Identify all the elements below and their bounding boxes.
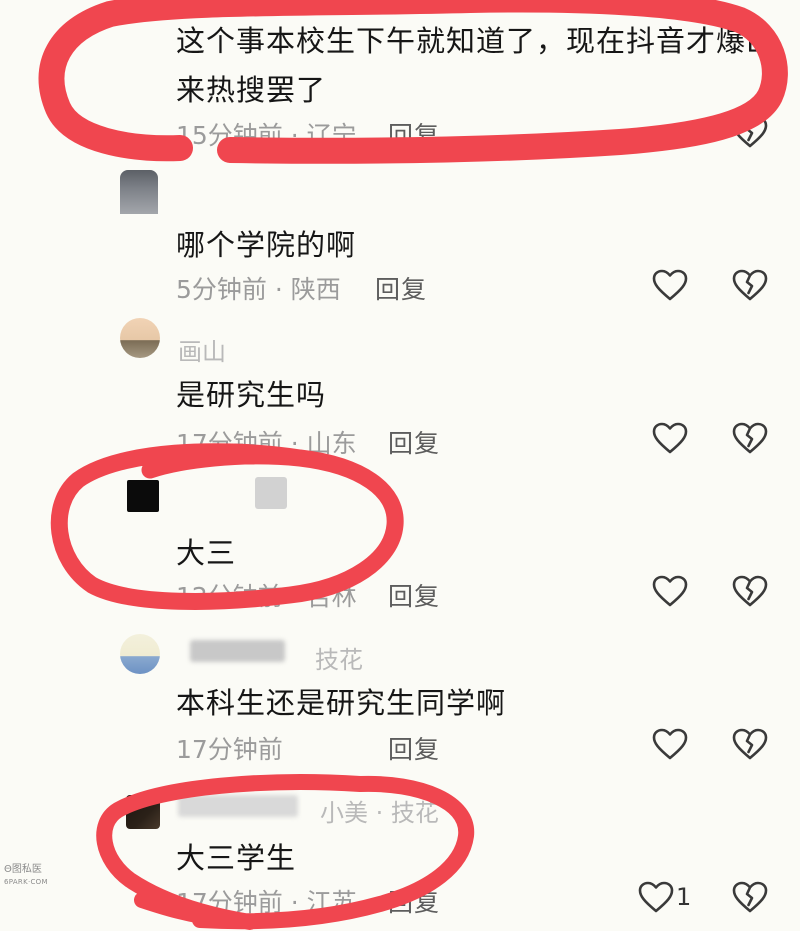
username-redacted (190, 640, 285, 662)
comment-text: 大三 (176, 536, 237, 570)
like-count: 1 (676, 883, 692, 911)
avatar[interactable] (120, 170, 158, 214)
reply-button[interactable]: 回复 (375, 270, 427, 306)
comment-item: 画山 是研究生吗 17分钟前 · 山东 回复 (0, 310, 800, 465)
heart-outline-icon[interactable] (652, 575, 688, 607)
comment-username[interactable]: 画山 (178, 332, 226, 367)
avatar[interactable] (126, 795, 160, 829)
comment-text: 是研究生吗 (176, 378, 327, 412)
broken-heart-icon[interactable] (732, 881, 768, 913)
broken-heart-icon[interactable] (732, 575, 768, 607)
comment-meta: 17分钟前 (176, 735, 283, 764)
broken-heart-icon[interactable] (732, 728, 768, 760)
comment-list: 这个事本校生下午就知道了，现在抖音才爆出 来热搜罢了 15分钟前 · 辽宁 回复… (0, 0, 800, 931)
comment-item: 这个事本校生下午就知道了，现在抖音才爆出 来热搜罢了 15分钟前 · 辽宁 回复 (0, 0, 800, 160)
reply-button[interactable]: 回复 (388, 424, 440, 460)
reply-button[interactable]: 回复 (388, 116, 440, 152)
heart-outline-icon[interactable] (652, 728, 688, 760)
comment-meta: 5分钟前 · 陕西 (176, 275, 341, 304)
comment-text: 本科生还是研究生同学啊 (176, 686, 507, 720)
comment-meta: 15分钟前 · 辽宁 (176, 121, 357, 150)
comment-item: 技花 本科生还是研究生同学啊 17分钟前 回复 (0, 620, 800, 775)
watermark-url: 6PARK·COM (4, 878, 48, 886)
comment-item: 哪个学院的啊 5分钟前 · 陕西 回复 (0, 160, 800, 310)
username-redacted (255, 477, 287, 509)
reply-button[interactable]: 回复 (388, 883, 440, 919)
comment-item: 大三 12分钟前 · 吉林 回复 (0, 465, 800, 620)
avatar[interactable] (127, 480, 159, 512)
comment-username[interactable]: 小美 · 技花 (320, 793, 439, 828)
comment-text: 这个事本校生下午就知道了，现在抖音才爆出 (176, 24, 777, 58)
watermark-text: Θ图私医 (4, 864, 42, 875)
broken-heart-icon[interactable] (732, 269, 768, 301)
comment-text: 大三学生 (176, 841, 297, 875)
avatar[interactable] (120, 318, 160, 358)
comment-meta: 17分钟前 · 山东 (176, 429, 357, 458)
comment-meta: 17分钟前 · 江苏 (176, 888, 357, 917)
broken-heart-icon[interactable] (732, 116, 768, 148)
comment-meta: 12分钟前 · 吉林 (176, 582, 357, 611)
comment-item: 小美 · 技花 大三学生 17分钟前 · 江苏 回复 1 (0, 775, 800, 931)
avatar[interactable] (120, 634, 160, 674)
reply-button[interactable]: 回复 (388, 730, 440, 766)
reply-button[interactable]: 回复 (388, 577, 440, 613)
comment-text-continued: 来热搜罢了 (176, 73, 327, 107)
username-redacted (178, 795, 298, 817)
heart-outline-icon[interactable] (652, 422, 688, 454)
broken-heart-icon[interactable] (732, 422, 768, 454)
heart-outline-icon[interactable] (638, 881, 674, 913)
watermark: Θ图私医 6PARK·COM (4, 864, 66, 888)
comment-text: 哪个学院的啊 (176, 228, 357, 262)
heart-outline-icon[interactable] (652, 269, 688, 301)
comment-username[interactable]: 技花 (315, 640, 363, 675)
